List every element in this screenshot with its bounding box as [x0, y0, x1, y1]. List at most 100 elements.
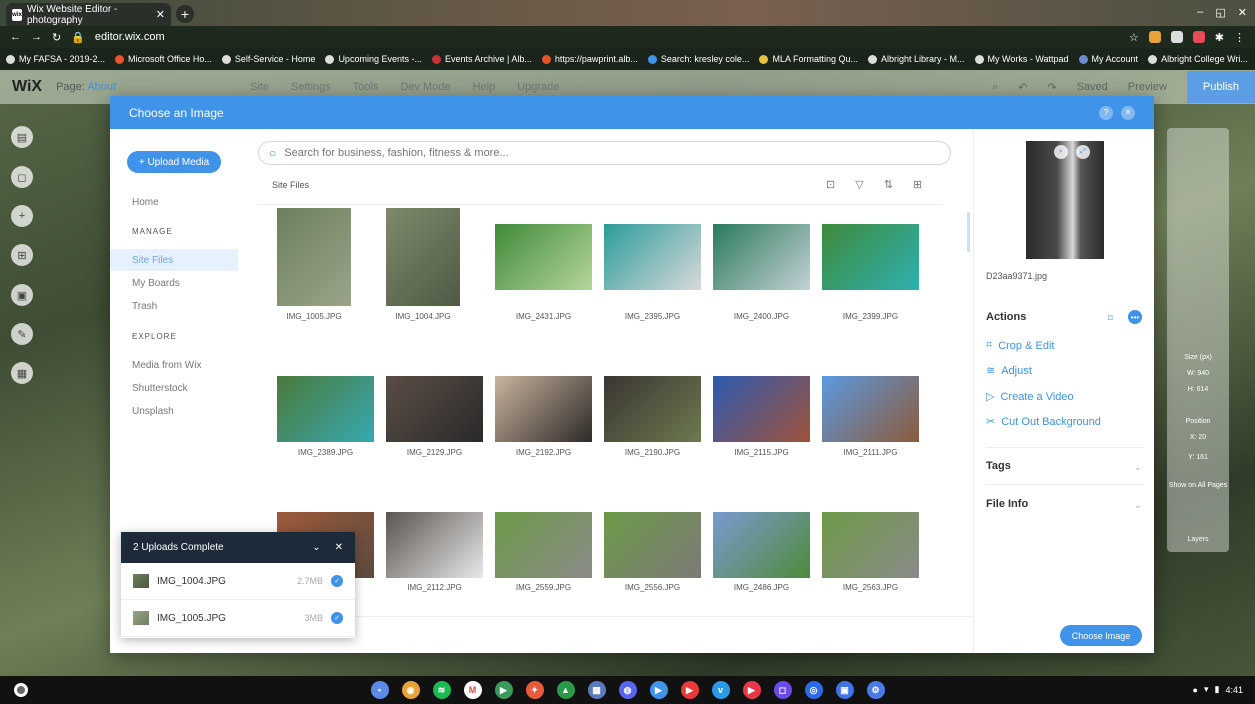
search-icon[interactable]: ⌕: [992, 81, 998, 94]
files-icon[interactable]: ▪: [370, 681, 389, 699]
bookmark[interactable]: Albright College Wri...: [1148, 54, 1248, 64]
media-thumbnail[interactable]: IMG_2115.JPG: [713, 376, 810, 457]
star-icon[interactable]: ☆: [1129, 31, 1139, 44]
screen-icon[interactable]: ◻: [773, 681, 792, 699]
page-selector[interactable]: Page: About: [56, 81, 116, 93]
background-icon[interactable]: ◻: [11, 166, 33, 188]
extension-icon[interactable]: [1148, 31, 1161, 43]
scrollbar[interactable]: [967, 212, 970, 252]
play-store-icon[interactable]: ▶: [494, 681, 513, 699]
settings-icon[interactable]: ⚙: [866, 681, 885, 699]
choose-image-button[interactable]: Choose Image: [1060, 625, 1142, 646]
bookmark[interactable]: Search: kresley cole...: [647, 54, 749, 64]
file-info-section[interactable]: File Info: [986, 498, 1028, 510]
media-thumbnail[interactable]: IMG_2190.JPG: [604, 376, 701, 457]
sidebar-item-home[interactable]: Home: [110, 191, 238, 213]
create-video-action[interactable]: ▷ Create a Video: [986, 390, 1074, 404]
sidebar-item-shutterstock[interactable]: Shutterstock: [110, 377, 238, 399]
cut-out-background-action[interactable]: ✂ Cut Out Background: [986, 415, 1101, 429]
chevron-down-icon[interactable]: ⌄: [1134, 462, 1142, 473]
system-tray[interactable]: ● ▾ ▮ 4:41: [1193, 684, 1243, 695]
new-tab-button[interactable]: +: [176, 5, 194, 23]
discord-icon[interactable]: ◍: [618, 681, 637, 699]
media-thumbnail[interactable]: IMG_2559.JPG: [495, 512, 592, 592]
extensions-puzzle-icon[interactable]: ✱: [1215, 31, 1224, 44]
back-icon[interactable]: ←: [10, 31, 21, 43]
upload-media-button[interactable]: + Upload Media: [127, 151, 221, 173]
viki-icon[interactable]: v: [711, 681, 730, 699]
menus-pages-icon[interactable]: ▤: [11, 126, 33, 148]
sidebar-item-site-files[interactable]: Site Files: [110, 249, 238, 271]
chevron-down-icon[interactable]: ⌄: [1134, 500, 1142, 511]
restore-icon[interactable]: ◱: [1215, 6, 1225, 19]
media-thumbnail[interactable]: IMG_2129.JPG: [386, 376, 483, 457]
media-thumbnail[interactable]: IMG_2556.JPG: [604, 512, 701, 592]
add-apps-icon[interactable]: ⊞: [11, 244, 33, 266]
media-thumbnail[interactable]: IMG_2400.JPG: [713, 224, 810, 321]
close-window-icon[interactable]: ✕: [1238, 6, 1247, 19]
help-button[interactable]: ?: [1099, 105, 1113, 120]
bookmark[interactable]: Events Archive | Alb...: [431, 54, 532, 64]
publish-button[interactable]: Publish: [1186, 71, 1255, 103]
close-icon[interactable]: ✕: [335, 542, 343, 553]
search-input[interactable]: [284, 147, 940, 159]
menu-site[interactable]: Site: [250, 81, 269, 93]
more-actions-icon[interactable]: •••: [1128, 310, 1142, 324]
bookmark[interactable]: https://pawprint.alb...: [541, 54, 638, 64]
menu-help[interactable]: Help: [473, 81, 496, 93]
bookings-icon[interactable]: ▦: [11, 362, 33, 384]
calculator-icon[interactable]: ▦: [587, 681, 606, 699]
extension-icon[interactable]: [1170, 31, 1183, 43]
media-thumbnail[interactable]: IMG_2112.JPG: [386, 512, 483, 592]
youtube-music-icon[interactable]: ▶: [742, 681, 761, 699]
menu-upgrade[interactable]: Upgrade: [517, 81, 559, 93]
menu-settings[interactable]: Settings: [291, 81, 331, 93]
bookmark[interactable]: My Works - Wattpad: [974, 54, 1069, 64]
media-thumbnail[interactable]: IMG_2399.JPG: [822, 224, 919, 321]
height-value[interactable]: H: 614: [1167, 386, 1229, 393]
search-bar[interactable]: ○: [258, 141, 951, 165]
x-value[interactable]: X: 20: [1167, 434, 1229, 441]
y-value[interactable]: Y: 161: [1167, 454, 1229, 461]
calendar-icon[interactable]: ▣: [835, 681, 854, 699]
media-thumbnail[interactable]: IMG_1004.JPG: [386, 208, 483, 321]
eye-app-icon[interactable]: ◎: [804, 681, 823, 699]
grid-view-icon[interactable]: ⊞: [913, 178, 922, 191]
adjust-action[interactable]: ≋ Adjust: [986, 364, 1032, 378]
extension-icon[interactable]: [1192, 31, 1205, 43]
close-tab-icon[interactable]: ✕: [156, 8, 165, 21]
bookmark[interactable]: Upcoming Events -...: [325, 54, 422, 64]
spotify-icon[interactable]: ≋: [432, 681, 451, 699]
media-thumbnail[interactable]: IMG_2395.JPG: [604, 224, 701, 321]
media-thumbnail[interactable]: IMG_2111.JPG: [822, 376, 919, 457]
redo-icon[interactable]: ↷: [1047, 81, 1056, 94]
close-icon[interactable]: ✕: [1121, 105, 1135, 120]
menu-dev-mode[interactable]: Dev Mode: [400, 81, 450, 93]
bookmark[interactable]: MLA Formatting Qu...: [759, 54, 858, 64]
undo-icon[interactable]: ↶: [1018, 81, 1027, 94]
zoom-icon[interactable]: ⌕: [1054, 145, 1068, 159]
add-icon[interactable]: +: [11, 205, 33, 227]
media-thumbnail[interactable]: IMG_2486.JPG: [713, 512, 810, 592]
new-folder-icon[interactable]: ⊡: [826, 178, 835, 191]
bookmark[interactable]: My FAFSA - 2019-2...: [6, 54, 105, 64]
sidebar-item-my-boards[interactable]: My Boards: [110, 272, 238, 294]
media-player-icon[interactable]: ▶: [649, 681, 668, 699]
bookmark[interactable]: Albright Library - M...: [867, 54, 965, 64]
bookmark[interactable]: Microsoft Office Ho...: [115, 54, 212, 64]
bookmark[interactable]: Self-Service - Home: [221, 54, 315, 64]
expand-icon[interactable]: ⤢: [1076, 145, 1090, 159]
sidebar-item-trash[interactable]: Trash: [110, 295, 238, 317]
reload-icon[interactable]: ↻: [52, 31, 61, 44]
drive-icon[interactable]: ▲: [556, 681, 575, 699]
pinwheel-icon[interactable]: ✦: [525, 681, 544, 699]
forward-icon[interactable]: →: [31, 31, 42, 43]
media-thumbnail[interactable]: IMG_2389.JPG: [277, 376, 374, 457]
sidebar-item-unsplash[interactable]: Unsplash: [110, 400, 238, 422]
sort-icon[interactable]: ⇅: [884, 178, 893, 191]
gmail-icon[interactable]: M: [463, 681, 482, 699]
media-thumbnail[interactable]: IMG_2192.JPG: [495, 376, 592, 457]
youtube-icon[interactable]: ▶: [680, 681, 699, 699]
minimize-icon[interactable]: –: [1197, 6, 1203, 19]
menu-tools[interactable]: Tools: [353, 81, 379, 93]
